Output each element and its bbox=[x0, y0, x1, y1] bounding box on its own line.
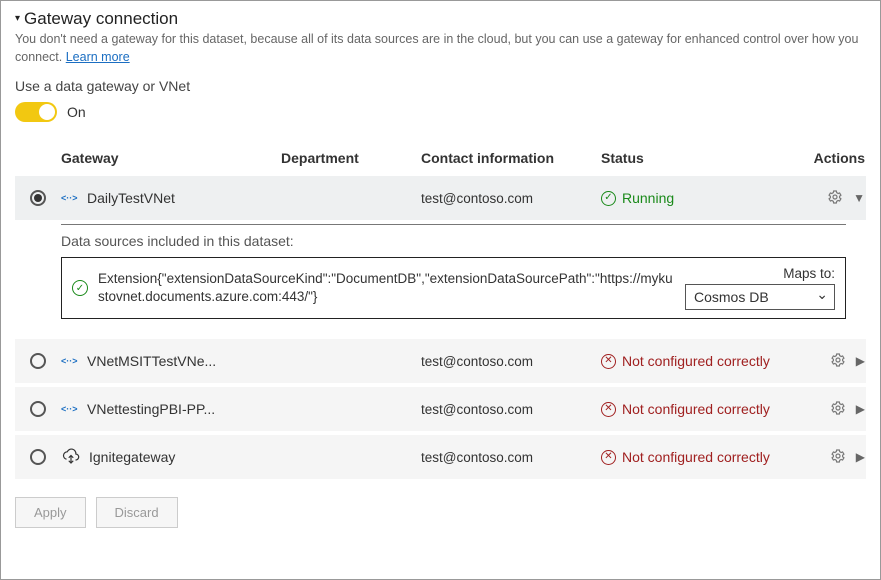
maps-to-label: Maps to: bbox=[783, 266, 835, 281]
toggle-knob bbox=[39, 104, 55, 120]
description-text: You don't need a gateway for this datase… bbox=[15, 32, 858, 64]
status-text: Not configured correctly bbox=[622, 401, 770, 417]
gear-icon[interactable] bbox=[830, 400, 846, 419]
status-text: Running bbox=[622, 190, 674, 206]
footer-buttons: Apply Discard bbox=[15, 497, 866, 528]
section-title: Gateway connection bbox=[24, 9, 178, 29]
status-text: Not configured correctly bbox=[622, 353, 770, 369]
gateway-connection-panel: ▾ Gateway connection You don't need a ga… bbox=[0, 0, 881, 580]
vnet-icon: <··> bbox=[61, 191, 79, 205]
learn-more-link[interactable]: Learn more bbox=[66, 50, 130, 64]
col-gateway: Gateway bbox=[61, 150, 281, 166]
svg-text:<··>: <··> bbox=[61, 193, 78, 203]
table-row[interactable]: <··> VNettestingPBI-PP... test@contoso.com… bbox=[15, 387, 866, 435]
toggle-label: Use a data gateway or VNet bbox=[15, 78, 866, 94]
datasource-text: Extension{"extensionDataSourceKind":"Doc… bbox=[98, 270, 675, 306]
vnet-icon: <··> bbox=[61, 402, 79, 416]
col-actions: Actions bbox=[801, 150, 871, 166]
gear-icon[interactable] bbox=[827, 189, 843, 208]
status-cell: ✕ Not configured correctly bbox=[601, 353, 801, 369]
table-row[interactable]: <··> VNetMSITTestVNe... test@contoso.com✕ N… bbox=[15, 339, 866, 387]
datasource-heading: Data sources included in this dataset: bbox=[61, 233, 846, 249]
discard-button[interactable]: Discard bbox=[96, 497, 178, 528]
check-circle-icon: ✓ bbox=[601, 191, 616, 206]
svg-text:<··>: <··> bbox=[61, 356, 78, 366]
contact-cell: test@contoso.com bbox=[421, 191, 601, 206]
cloud-sync-icon bbox=[61, 448, 81, 466]
section-description: You don't need a gateway for this datase… bbox=[15, 31, 866, 66]
col-department: Department bbox=[281, 150, 421, 166]
svg-text:<··>: <··> bbox=[61, 404, 78, 414]
chevron-right-icon[interactable]: ▶ bbox=[856, 450, 865, 464]
col-contact: Contact information bbox=[421, 150, 601, 166]
datasource-box: ✓ Extension{"extensionDataSourceKind":"Do… bbox=[61, 257, 846, 319]
gear-icon[interactable] bbox=[830, 352, 846, 371]
table-header: Gateway Department Contact information S… bbox=[15, 140, 866, 176]
contact-cell: test@contoso.com bbox=[421, 354, 601, 369]
vnet-icon: <··> bbox=[61, 354, 79, 368]
gateway-table: Gateway Department Contact information S… bbox=[15, 140, 866, 483]
row-radio[interactable] bbox=[30, 449, 46, 465]
gear-icon[interactable] bbox=[830, 448, 846, 467]
collapse-caret-icon: ▾ bbox=[15, 14, 20, 24]
row-radio[interactable] bbox=[30, 353, 46, 369]
row-radio[interactable] bbox=[30, 401, 46, 417]
section-header[interactable]: ▾ Gateway connection bbox=[15, 9, 866, 29]
x-circle-icon: ✕ bbox=[601, 402, 616, 417]
table-row[interactable]: <··> DailyTestVNet test@contoso.com✓ Runnin… bbox=[15, 176, 866, 224]
status-text: Not configured correctly bbox=[622, 449, 770, 465]
chevron-down-icon[interactable]: ▼ bbox=[853, 191, 865, 205]
maps-to-select[interactable]: Cosmos DB bbox=[685, 284, 835, 310]
row-radio[interactable] bbox=[30, 190, 46, 206]
contact-cell: test@contoso.com bbox=[421, 402, 601, 417]
check-circle-icon: ✓ bbox=[72, 280, 88, 296]
gateway-name: VNettestingPBI-PP... bbox=[87, 401, 215, 417]
status-cell: ✕ Not configured correctly bbox=[601, 449, 801, 465]
status-cell: ✕ Not configured correctly bbox=[601, 401, 801, 417]
toggle-state-text: On bbox=[67, 104, 86, 120]
gateway-name: Ignitegateway bbox=[89, 449, 175, 465]
gateway-toggle[interactable] bbox=[15, 102, 57, 122]
expanded-datasource-panel: Data sources included in this dataset: ✓ E… bbox=[15, 225, 866, 339]
status-cell: ✓ Running bbox=[601, 190, 801, 206]
gateway-name: DailyTestVNet bbox=[87, 190, 175, 206]
x-circle-icon: ✕ bbox=[601, 354, 616, 369]
chevron-right-icon[interactable]: ▶ bbox=[856, 354, 865, 368]
apply-button[interactable]: Apply bbox=[15, 497, 86, 528]
x-circle-icon: ✕ bbox=[601, 450, 616, 465]
gateway-name: VNetMSITTestVNe... bbox=[87, 353, 216, 369]
contact-cell: test@contoso.com bbox=[421, 450, 601, 465]
table-row[interactable]: Ignitegateway test@contoso.com✕ Not config… bbox=[15, 435, 866, 483]
col-status: Status bbox=[601, 150, 801, 166]
chevron-right-icon[interactable]: ▶ bbox=[856, 402, 865, 416]
